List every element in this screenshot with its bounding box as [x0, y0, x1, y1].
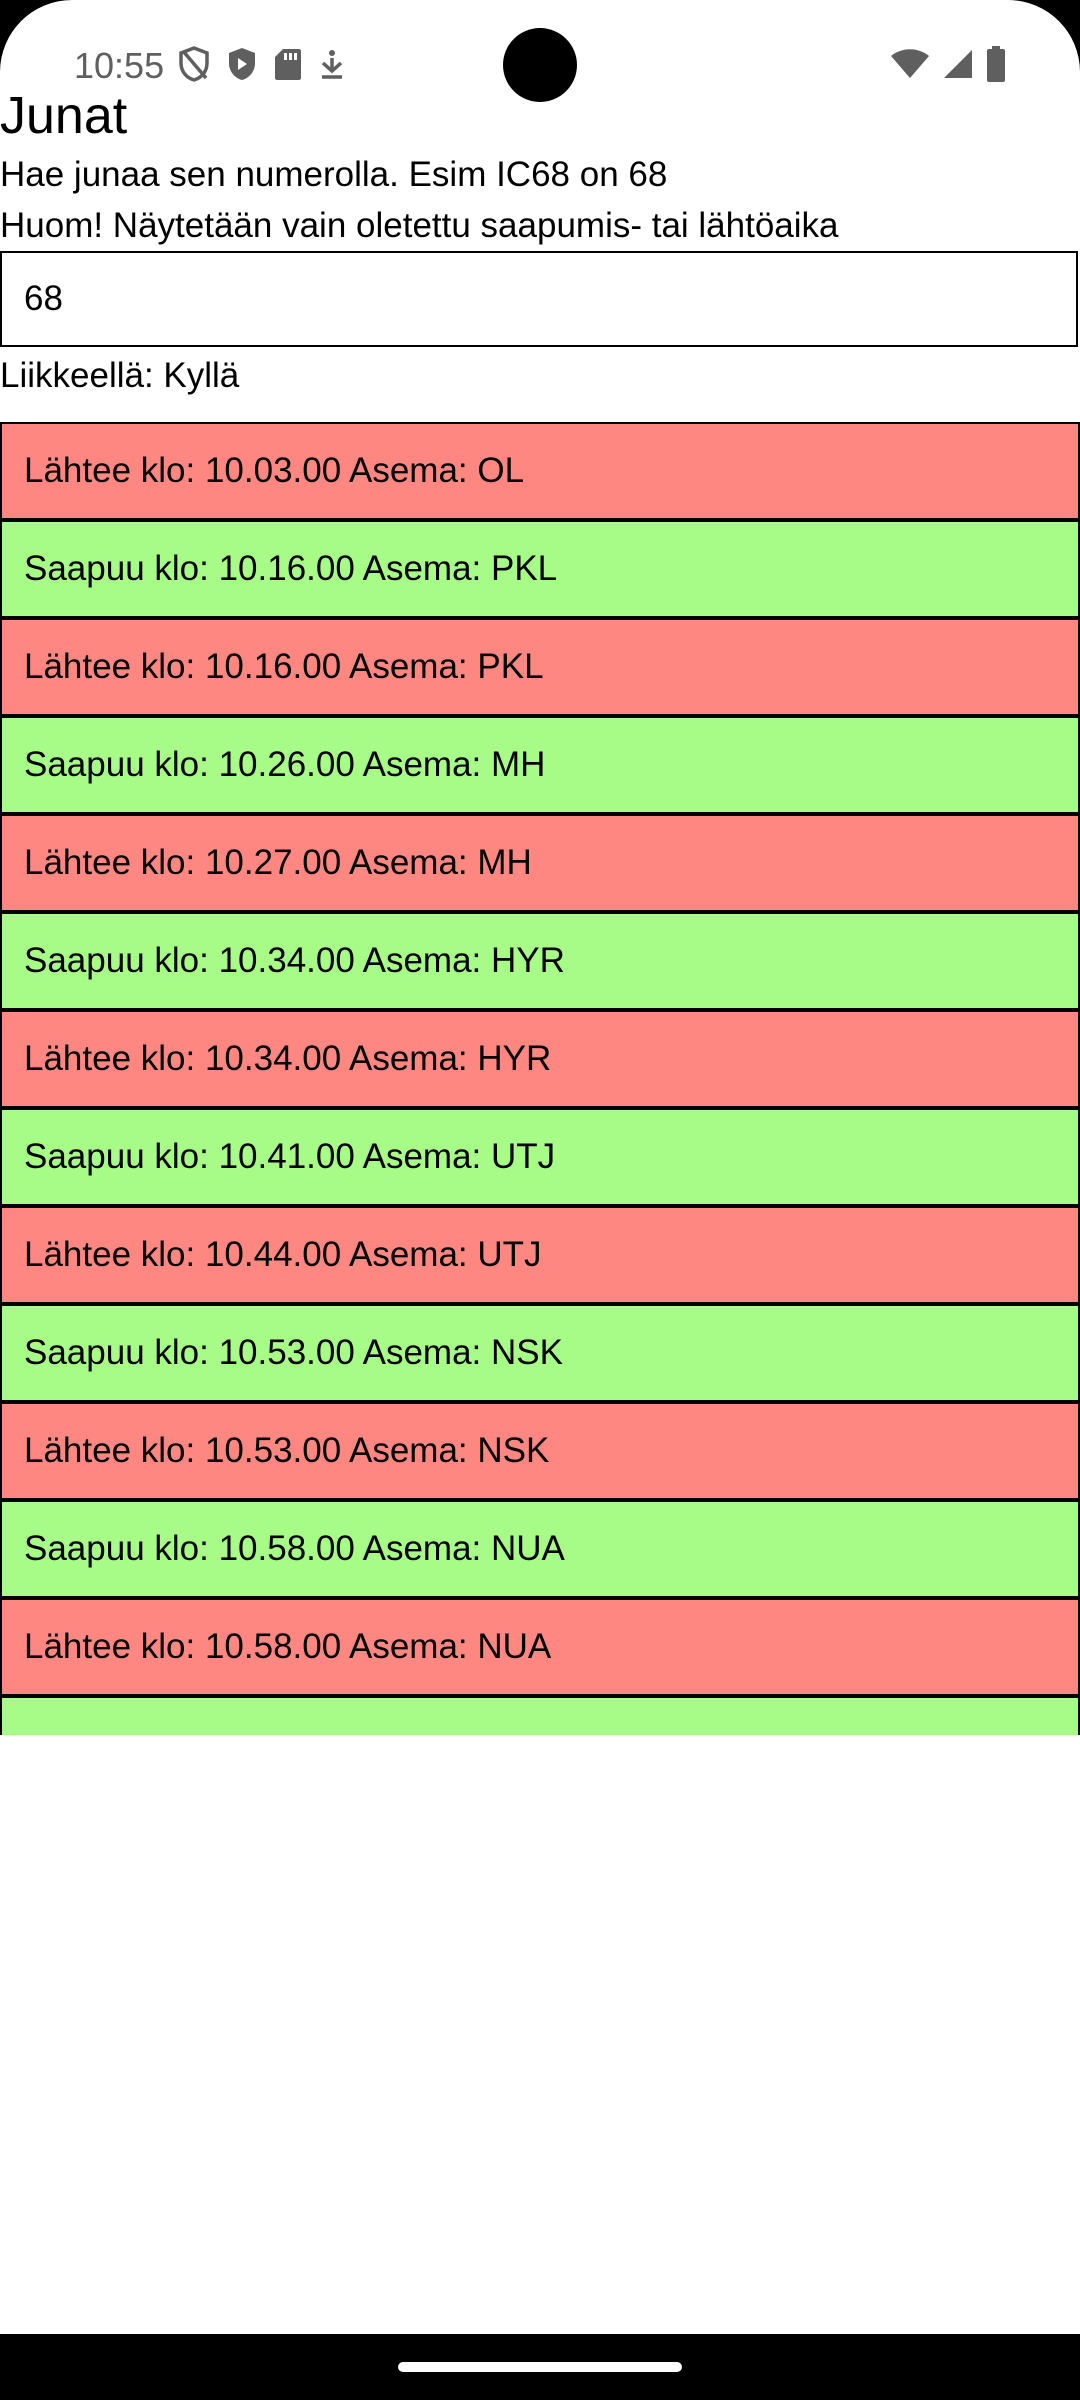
stop-text: Saapuu klo: 10.58.00 Asema: NUA [24, 1529, 565, 1568]
battery-icon [986, 46, 1006, 82]
list-item[interactable]: Lähtee klo: 10.34.00 Asema: HYR [0, 1010, 1080, 1108]
time-notice: Huom! Näytetään vain oletettu saapumis- … [0, 206, 839, 245]
moving-status: Liikkeellä: Kyllä [0, 356, 240, 395]
search-instruction: Hae junaa sen numerolla. Esim IC68 on 68 [0, 155, 668, 194]
status-time: 10:55 [74, 45, 165, 86]
stop-text: Saapuu klo: 10.16.00 Asema: PKL [24, 549, 558, 588]
list-item[interactable]: Lähtee klo: 10.53.00 Asema: NSK [0, 1402, 1080, 1500]
page-title: Junat [0, 87, 128, 145]
app-screen: 10:55 Junat Hae junaa sen numerolla. Esi… [0, 0, 1080, 2334]
wifi-icon [890, 48, 930, 80]
signal-icon [942, 48, 974, 80]
list-item[interactable]: Lähtee klo: 10.03.00 Asema: OL [0, 422, 1080, 520]
list-item[interactable]: Lähtee klo: 10.58.00 Asema: NUA [0, 1598, 1080, 1696]
list-item[interactable] [0, 1696, 1080, 1735]
gesture-nav-handle[interactable] [398, 2362, 682, 2372]
stop-text: Saapuu klo: 10.41.00 Asema: UTJ [24, 1137, 556, 1176]
status-icons-right [890, 46, 1006, 82]
list-item[interactable]: Saapuu klo: 10.53.00 Asema: NSK [0, 1304, 1080, 1402]
status-bar: 10:55 [0, 0, 1080, 130]
list-item[interactable]: Saapuu klo: 10.16.00 Asema: PKL [0, 520, 1080, 618]
stop-text: Lähtee klo: 10.16.00 Asema: PKL [24, 647, 544, 686]
list-item[interactable]: Saapuu klo: 10.26.00 Asema: MH [0, 716, 1080, 814]
stop-text: Lähtee klo: 10.44.00 Asema: UTJ [24, 1235, 542, 1274]
stop-text: Saapuu klo: 10.26.00 Asema: MH [24, 745, 546, 784]
shield-icon [226, 46, 258, 82]
sd-card-icon [274, 47, 302, 81]
list-item[interactable]: Saapuu klo: 10.58.00 Asema: NUA [0, 1500, 1080, 1598]
stop-text: Lähtee klo: 10.53.00 Asema: NSK [24, 1431, 550, 1470]
status-icons-left [178, 46, 346, 82]
stop-text: Saapuu klo: 10.34.00 Asema: HYR [24, 941, 565, 980]
stop-text: Lähtee klo: 10.27.00 Asema: MH [24, 843, 532, 882]
stop-text: Lähtee klo: 10.34.00 Asema: HYR [24, 1039, 552, 1078]
stop-text: Lähtee klo: 10.58.00 Asema: NUA [24, 1627, 552, 1666]
list-item[interactable]: Lähtee klo: 10.44.00 Asema: UTJ [0, 1206, 1080, 1304]
list-item[interactable]: Saapuu klo: 10.41.00 Asema: UTJ [0, 1108, 1080, 1206]
camera-cutout [503, 28, 577, 102]
stop-text: Lähtee klo: 10.03.00 Asema: OL [24, 451, 525, 490]
list-item[interactable]: Saapuu klo: 10.34.00 Asema: HYR [0, 912, 1080, 1010]
list-item[interactable]: Lähtee klo: 10.27.00 Asema: MH [0, 814, 1080, 912]
download-icon [318, 47, 346, 81]
stop-text: Saapuu klo: 10.53.00 Asema: NSK [24, 1333, 563, 1372]
train-number-input[interactable] [0, 251, 1078, 347]
list-item[interactable]: Lähtee klo: 10.16.00 Asema: PKL [0, 618, 1080, 716]
shield-off-icon [178, 46, 210, 82]
stop-list[interactable]: Lähtee klo: 10.03.00 Asema: OL Saapuu klo… [0, 422, 1080, 1735]
